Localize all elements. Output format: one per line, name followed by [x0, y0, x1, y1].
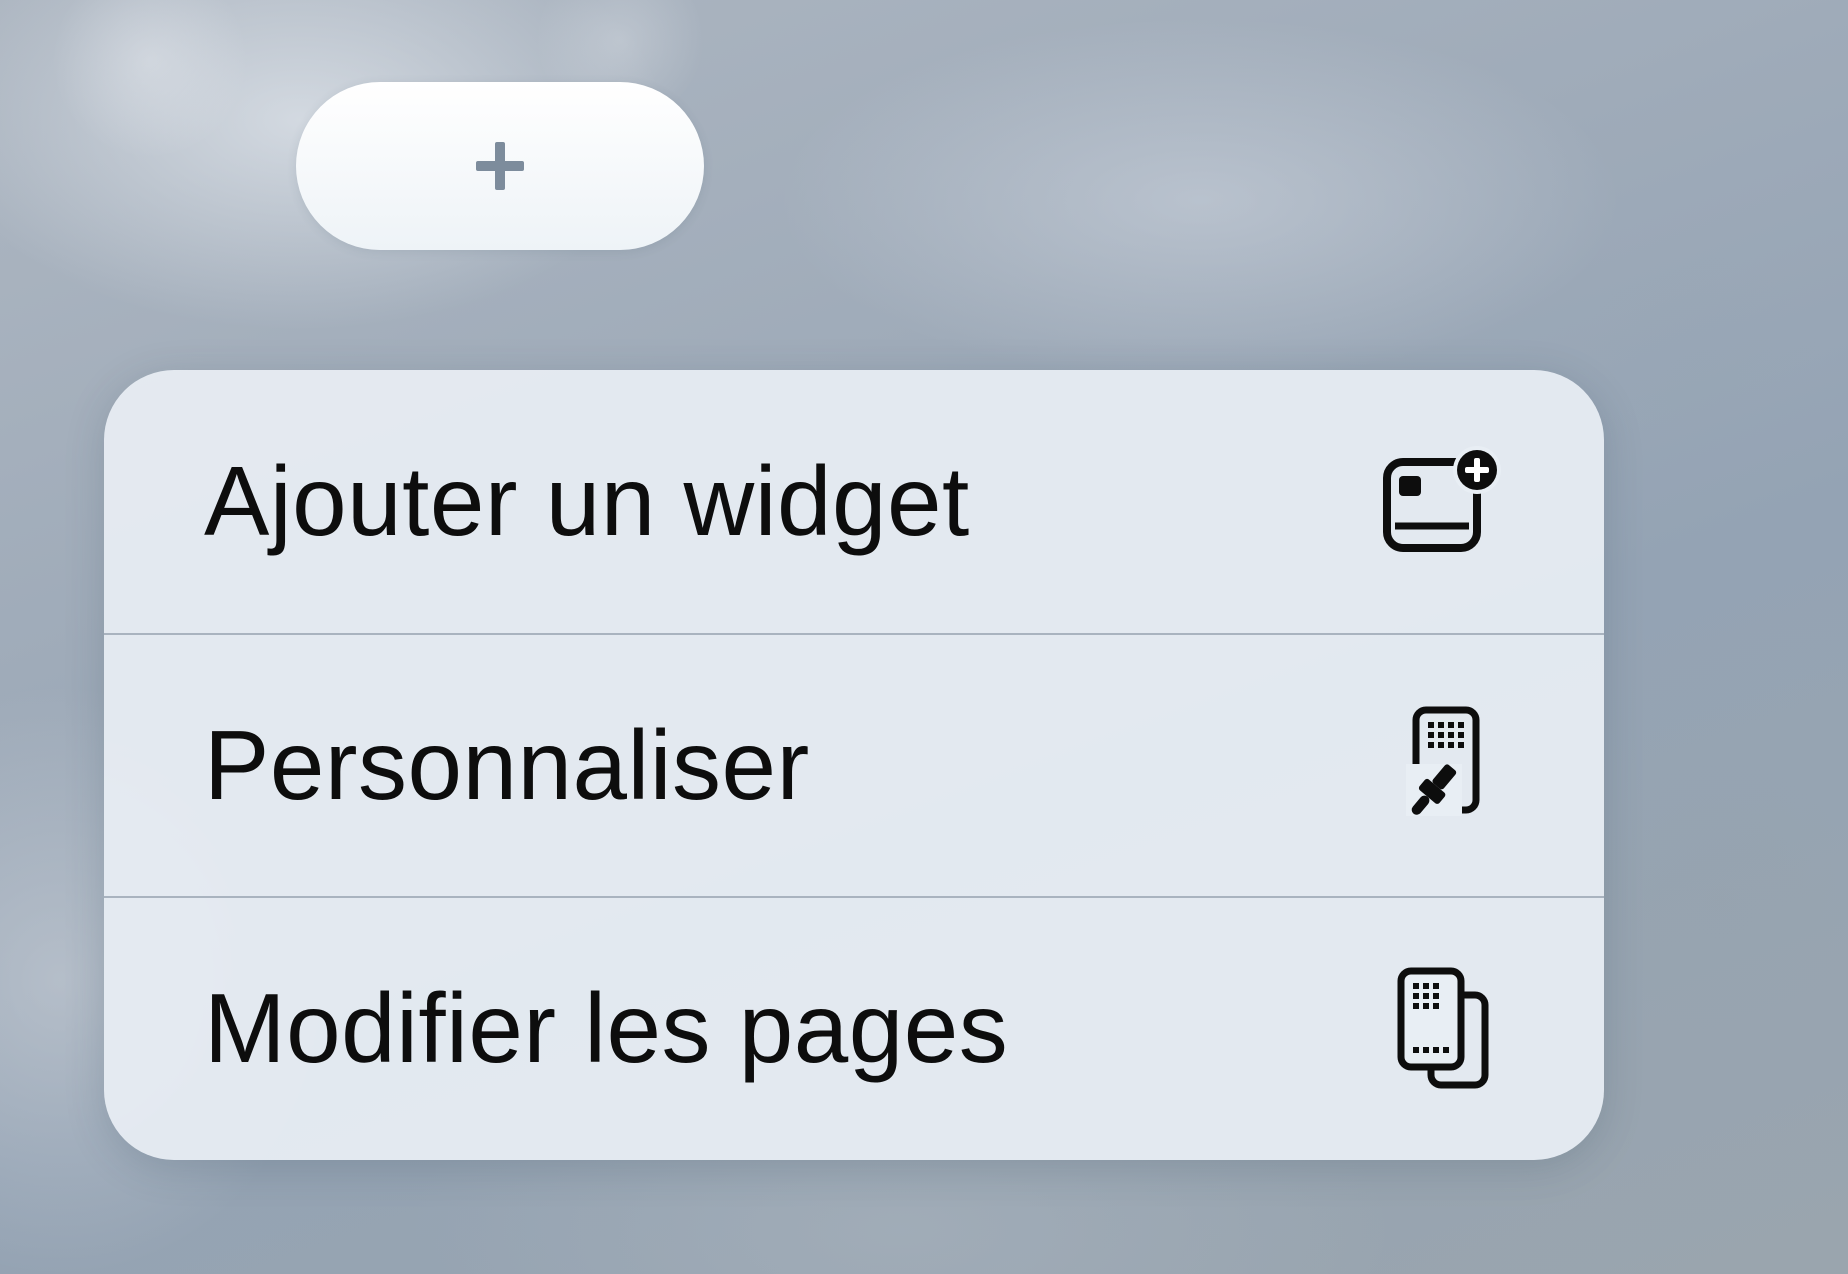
menu-item-customize[interactable]: Personnaliser [104, 633, 1604, 896]
add-widget-pill-button[interactable] [296, 82, 704, 250]
customize-brush-icon [1378, 701, 1508, 831]
menu-item-label: Modifier les pages [204, 973, 1009, 1083]
widget-add-icon [1378, 437, 1508, 567]
menu-item-add-widget[interactable]: Ajouter un widget [104, 370, 1604, 633]
edit-pages-icon [1378, 964, 1508, 1094]
menu-item-label: Ajouter un widget [204, 446, 970, 556]
menu-item-edit-pages[interactable]: Modifier les pages [104, 896, 1604, 1159]
plus-icon [476, 142, 524, 190]
menu-item-label: Personnaliser [204, 710, 810, 820]
context-menu: Ajouter un widget Personnaliser Modifier… [104, 370, 1604, 1160]
